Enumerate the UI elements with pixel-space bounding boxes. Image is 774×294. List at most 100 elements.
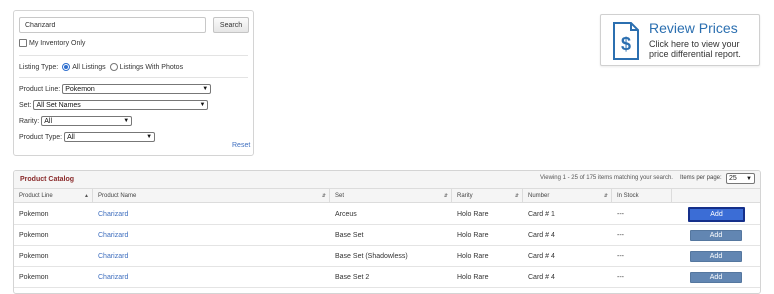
rarity-value: All <box>44 117 53 125</box>
review-prices-title: Review Prices <box>649 20 738 36</box>
cell-in-stock: --- <box>617 274 624 281</box>
product-line-select[interactable]: Pokemon ▼ <box>62 84 212 94</box>
table-row: Pokemon Charizard Base Set (Shadowless) … <box>14 246 760 267</box>
cell-product-line: Pokemon <box>19 253 49 260</box>
items-per-page-label: Items per page: <box>680 175 722 181</box>
cell-product-name: Charizard <box>93 267 128 288</box>
column-label: Product Line <box>19 193 53 199</box>
chevron-down-icon: ▼ <box>202 86 209 92</box>
product-type-select[interactable]: All ▼ <box>64 132 156 142</box>
cell-rarity: Holo Rare <box>457 211 489 218</box>
column-header-set[interactable]: Set ⇵ <box>330 189 452 203</box>
rarity-select[interactable]: All ▼ <box>41 116 133 126</box>
cell-number: Card # 1 <box>528 211 555 218</box>
chevron-down-icon: ▼ <box>199 102 206 108</box>
viewing-count-text: Viewing 1 - 25 of 175 items matching you… <box>540 175 673 181</box>
search-panel: Search My Inventory Only Listing Type: A… <box>13 10 254 156</box>
my-inventory-only-checkbox[interactable]: My Inventory Only <box>19 39 85 47</box>
product-type-value: All <box>67 133 75 141</box>
cell-product-name: Charizard <box>93 246 128 267</box>
radio-all-listings[interactable] <box>62 63 71 71</box>
review-prices-banner[interactable]: $ Review Prices Click here to view your … <box>600 14 760 66</box>
review-prices-description: Click here to view your price differenti… <box>649 39 741 59</box>
product-catalog: Product Catalog Viewing 1 - 25 of 175 it… <box>13 170 761 294</box>
cell-in-stock: --- <box>617 232 624 239</box>
cell-product-line: Pokemon <box>19 274 49 281</box>
table-row: Pokemon Charizard Base Set 2 Holo Rare C… <box>14 267 760 288</box>
set-row: Set: All Set Names ▼ <box>19 100 209 110</box>
search-button[interactable]: Search <box>213 17 249 33</box>
dollar-document-icon: $ <box>613 22 639 60</box>
product-line-label: Product Line: <box>19 85 61 93</box>
listing-type-label: Listing Type: <box>19 63 59 71</box>
all-listings-label: All Listings <box>72 63 106 71</box>
column-header-rarity[interactable]: Rarity ⇵ <box>452 189 523 203</box>
add-button[interactable]: Add <box>690 272 742 283</box>
cell-product-line: Pokemon <box>19 232 49 239</box>
column-header-product-name[interactable]: Product Name ⇵ <box>93 189 330 203</box>
cell-set: Base Set (Shadowless) <box>335 253 408 260</box>
cell-rarity: Holo Rare <box>457 232 489 239</box>
cell-product-line: Pokemon <box>19 211 49 218</box>
product-line-value: Pokemon <box>65 85 95 93</box>
product-line-row: Product Line: Pokemon ▼ <box>19 84 212 94</box>
listings-with-photos-label: Listings With Photos <box>119 63 184 71</box>
cell-set: Arceus <box>335 211 357 218</box>
cell-set: Base Set 2 <box>335 274 370 281</box>
column-label: Rarity <box>457 193 473 199</box>
set-value: All Set Names <box>36 101 81 109</box>
items-per-page-select[interactable]: 25 ▼ <box>726 173 755 184</box>
set-select[interactable]: All Set Names ▼ <box>33 100 209 110</box>
rarity-row: Rarity: All ▼ <box>19 116 133 126</box>
product-name-link[interactable]: Charizard <box>98 211 128 218</box>
my-inventory-only-label: My Inventory Only <box>29 39 86 47</box>
svg-text:$: $ <box>621 34 631 54</box>
column-label: Set <box>335 193 345 199</box>
rarity-label: Rarity: <box>19 117 40 125</box>
column-header-product-line[interactable]: Product Line ▲ <box>14 189 93 203</box>
sort-icon: ⇵ <box>603 193 608 199</box>
chevron-down-icon: ▼ <box>746 175 752 182</box>
cell-number: Card # 4 <box>528 274 555 281</box>
product-type-label: Product Type: <box>19 133 63 141</box>
cell-product-name: Charizard <box>93 225 128 246</box>
column-label: Product Name <box>98 193 137 199</box>
reset-link[interactable]: Reset <box>232 142 250 149</box>
set-label: Set: <box>19 101 32 109</box>
radio-listings-with-photos[interactable] <box>109 63 118 71</box>
checkbox-icon[interactable] <box>19 39 27 47</box>
cell-product-name: Charizard <box>93 204 128 225</box>
items-per-page-value: 25 <box>729 175 737 182</box>
divider <box>19 55 248 56</box>
sort-icon: ▲ <box>84 193 89 199</box>
cell-rarity: Holo Rare <box>457 274 489 281</box>
catalog-title: Product Catalog <box>20 176 75 183</box>
product-type-row: Product Type: All ▼ <box>19 132 156 142</box>
column-header-number[interactable]: Number ⇵ <box>523 189 612 203</box>
add-button[interactable]: Add <box>690 251 742 262</box>
catalog-header: Product Catalog Viewing 1 - 25 of 175 it… <box>14 171 760 189</box>
cell-set: Base Set <box>335 232 364 239</box>
chevron-down-icon: ▼ <box>146 134 153 140</box>
table-row: Pokemon Charizard Arceus Holo Rare Card … <box>14 204 760 225</box>
column-label: Number <box>528 193 550 199</box>
column-label: In Stock <box>617 193 639 199</box>
sort-icon: ⇵ <box>321 193 326 199</box>
add-button[interactable]: Add <box>690 230 742 241</box>
sort-icon: ⇵ <box>443 193 448 199</box>
chevron-down-icon: ▼ <box>123 118 130 124</box>
cell-in-stock: --- <box>617 211 624 218</box>
cell-number: Card # 4 <box>528 253 555 260</box>
sort-icon: ⇵ <box>514 193 519 199</box>
product-name-link[interactable]: Charizard <box>98 274 128 281</box>
product-name-link[interactable]: Charizard <box>98 253 128 260</box>
add-button[interactable]: Add <box>688 207 745 222</box>
table-row: Pokemon Charizard Base Set Holo Rare Car… <box>14 225 760 246</box>
search-input[interactable] <box>19 17 206 33</box>
cell-number: Card # 4 <box>528 232 555 239</box>
divider <box>19 77 248 78</box>
cell-rarity: Holo Rare <box>457 253 489 260</box>
product-name-link[interactable]: Charizard <box>98 232 128 239</box>
column-header-actions <box>672 189 760 203</box>
listing-type-row: Listing Type: All Listings Listings With… <box>19 63 183 71</box>
